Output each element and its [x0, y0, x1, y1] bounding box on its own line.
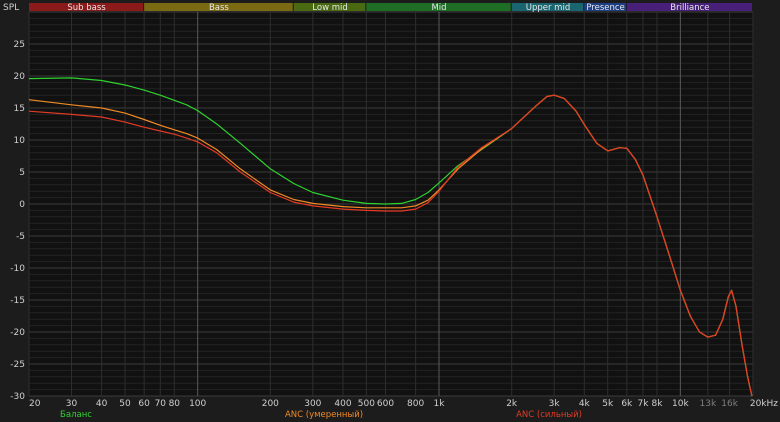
x-tick-label: 6k [621, 399, 633, 409]
x-tick-label: 8k [651, 399, 663, 409]
y-tick-label: -5 [16, 232, 25, 242]
legend-entry: ANC (умеренный) [285, 410, 363, 420]
legend-entry: Баланс [60, 410, 92, 420]
x-tick-label: 20 [29, 399, 41, 409]
x-tick-label: 1k [434, 399, 446, 409]
x-tick-label: 40 [96, 399, 108, 409]
y-tick-label: 20 [14, 72, 26, 82]
band-label: Brilliance [670, 3, 709, 13]
x-tick-label: 600 [377, 399, 394, 409]
y-axis-label: SPL [3, 3, 19, 13]
x-tick-label: 400 [334, 399, 351, 409]
x-tick-label: 60 [138, 399, 150, 409]
band-label: Mid [431, 3, 446, 13]
x-tick-label: 3k [549, 399, 561, 409]
y-tick-label: -20 [10, 328, 25, 338]
x-tick-label: 7k [637, 399, 649, 409]
x-tick-label: 70 [155, 399, 167, 409]
band-label: Presence [586, 3, 624, 13]
x-tick-label: 5k [602, 399, 614, 409]
x-tick-label: 100 [189, 399, 206, 409]
x-tick-label: 500 [358, 399, 375, 409]
band-label: Low mid [312, 3, 347, 13]
x-tick-label: 30 [66, 399, 78, 409]
y-tick-label: 15 [14, 104, 25, 114]
band-label: Sub bass [67, 3, 106, 13]
legend-entry: ANC (сильный) [516, 410, 582, 420]
x-tick-label: 200 [262, 399, 279, 409]
chart-svg: Sub bass Bass Low mid Mid Upper mid Presence B… [0, 0, 780, 422]
x-tick-label: 16k [721, 399, 738, 409]
x-tick-label: 20kHz [750, 399, 778, 409]
x-tick-label: 10k [672, 399, 689, 409]
y-tick-label: 10 [14, 136, 26, 146]
x-tick-label: 80 [169, 399, 181, 409]
y-tick-label: -30 [10, 392, 25, 402]
band-label: Upper mid [526, 3, 570, 13]
y-tick-label: 0 [19, 200, 25, 210]
y-tick-label: 5 [19, 168, 25, 178]
x-tick-label: 800 [407, 399, 424, 409]
y-tick-label: -15 [10, 296, 25, 306]
y-tick-label: -25 [10, 360, 25, 370]
y-tick-label: 25 [14, 40, 25, 50]
band-label: Bass [209, 3, 229, 13]
y-tick-label: -10 [10, 264, 25, 274]
x-tick-label: 4k [579, 399, 591, 409]
x-tick-label: 50 [119, 399, 131, 409]
x-tick-label: 2k [506, 399, 518, 409]
x-tick-label: 300 [304, 399, 321, 409]
x-tick-label: 13k [700, 399, 717, 409]
frequency-response-chart: Sub bass Bass Low mid Mid Upper mid Presence B… [0, 0, 780, 422]
